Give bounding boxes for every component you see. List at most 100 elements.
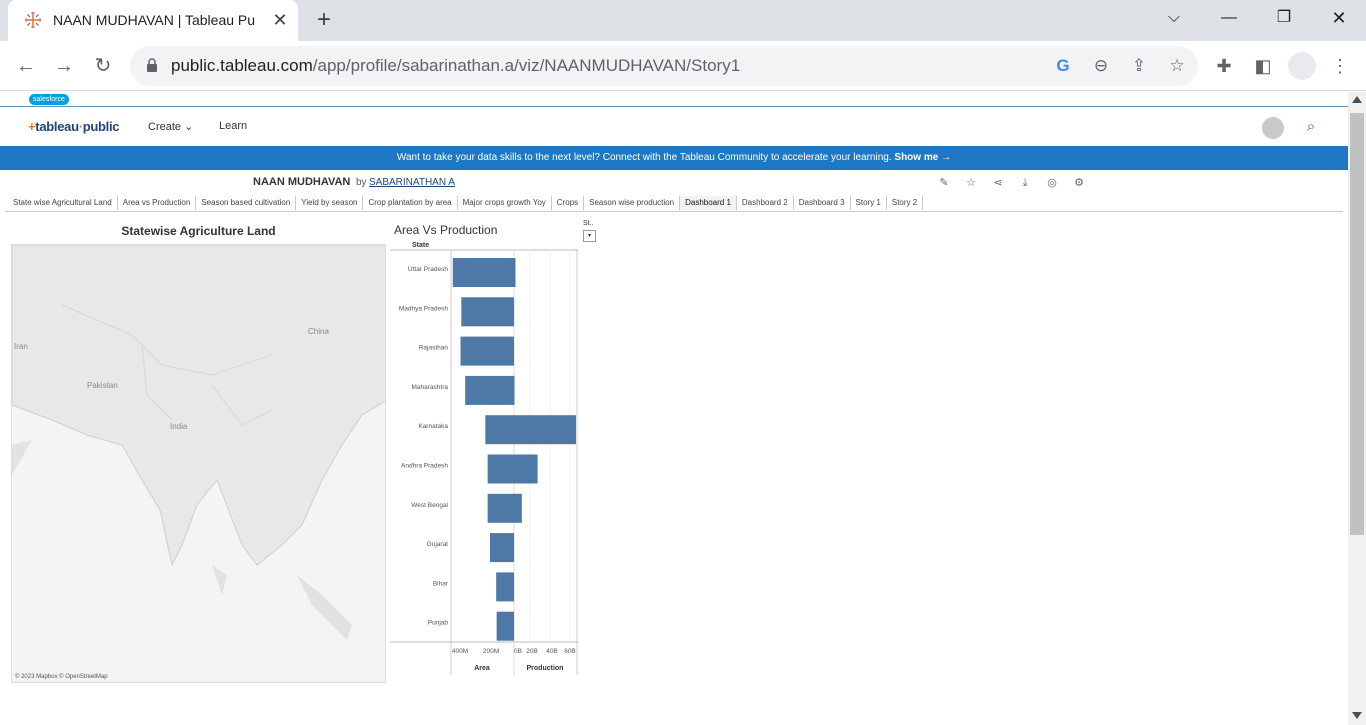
sheet-tab[interactable]: Story 1	[851, 196, 887, 210]
nav-learn[interactable]: Learn	[219, 120, 247, 132]
browser-tab[interactable]: NAAN MUDHAVAN | Tableau Pu ✕	[8, 0, 298, 41]
category-label: Punjab	[428, 620, 449, 627]
window-close-icon[interactable]: ✕	[1319, 4, 1359, 32]
sheet-tab[interactable]: Yield by season	[296, 196, 364, 210]
sheet-tab[interactable]: Story 2	[887, 196, 924, 210]
tab-close-icon[interactable]: ✕	[270, 9, 290, 31]
side-panel-icon[interactable]: ◧	[1251, 54, 1275, 78]
viz-by: by	[356, 177, 367, 188]
chart-title: Area Vs Production	[394, 223, 498, 237]
map-label-india: India	[170, 422, 188, 431]
production-tick-label: 20B	[526, 648, 538, 655]
scroll-down-icon[interactable]	[1352, 712, 1362, 719]
category-label: Karnataka	[418, 423, 448, 430]
production-tick-label: 0B	[514, 648, 522, 655]
restore-icon[interactable]: ❐	[1264, 4, 1304, 32]
sheet-tab[interactable]: Season wise production	[584, 196, 681, 210]
new-tab-icon[interactable]: +	[311, 7, 337, 33]
scroll-thumb[interactable]	[1350, 113, 1364, 535]
settings-gear-icon[interactable]: ⚙	[1072, 176, 1086, 190]
production-bar	[514, 454, 538, 484]
production-bar	[514, 258, 516, 287]
share-icon[interactable]: ⇪	[1128, 55, 1150, 77]
address-bar[interactable]: public.tableau.com/app/profile/sabarinat…	[130, 46, 1198, 86]
category-label: Maharashtra	[412, 384, 449, 391]
tab-search-chevron-icon[interactable]: ⌵	[1154, 4, 1194, 32]
category-label: Rajasthan	[419, 345, 449, 352]
menu-kebab-icon[interactable]: ⋮	[1328, 54, 1352, 78]
map-credit: © 2023 Mapbox © OpenStreetMap	[15, 674, 108, 680]
profile-avatar-icon[interactable]	[1288, 52, 1316, 80]
area-bar	[487, 493, 514, 523]
area-bar	[485, 415, 514, 445]
scroll-up-icon[interactable]	[1352, 96, 1362, 103]
logo-main: tableau	[35, 119, 79, 134]
sheet-tab[interactable]: Dashboard 2	[737, 196, 794, 210]
area-vs-production-chart[interactable]: State Uttar Pradesh Madhya Pradesh Rajastha…	[390, 240, 580, 685]
banner-text: Want to take your data skills to the nex…	[396, 152, 892, 163]
community-banner: Want to take your data skills to the nex…	[0, 146, 1348, 170]
sheet-tab[interactable]: Crops	[552, 196, 585, 210]
sheet-tab[interactable]: Major crops growth Yoy	[458, 196, 552, 210]
sheet-tab[interactable]: Crop plantation by area	[363, 196, 458, 210]
url-text[interactable]: public.tableau.com/app/profile/sabarinat…	[171, 56, 740, 76]
user-avatar-icon[interactable]	[1262, 117, 1284, 139]
production-tick-label: 40B	[546, 648, 558, 655]
favorite-star-icon[interactable]: ☆	[964, 176, 978, 190]
state-map[interactable]: Iran Pakistan India China © 2023 Mapbox …	[11, 244, 386, 683]
extensions-icon[interactable]: ✚	[1212, 54, 1236, 78]
sheet-tab[interactable]: State wise Agricultural Land	[8, 196, 118, 210]
category-label: Gujarat	[427, 541, 449, 548]
area-tick-label: 400M	[452, 648, 468, 655]
map-land-svg	[12, 245, 385, 682]
salesforce-logo[interactable]: salesforce	[29, 94, 69, 105]
browser-tab-strip: NAAN MUDHAVAN | Tableau Pu ✕ + ⌵ — ❐ ✕	[0, 0, 1366, 41]
page-content: salesforce +tableau·public Create ⌄ Lear…	[0, 92, 1348, 725]
download-icon[interactable]: ⤓	[1018, 176, 1032, 190]
sheet-tab[interactable]: Dashboard 3	[794, 196, 851, 210]
category-label: Madhya Pradesh	[399, 305, 449, 312]
google-icon[interactable]: G	[1052, 55, 1074, 77]
sheet-tab[interactable]: Area vs Production	[118, 196, 197, 210]
category-label: Bihar	[433, 580, 449, 587]
nav-create[interactable]: Create ⌄	[148, 120, 193, 133]
viz-author-link[interactable]: SABARINATHAN A	[369, 177, 455, 188]
page-scrollbar[interactable]	[1348, 92, 1366, 725]
area-bar	[465, 375, 514, 405]
bar-chart-svg: State Uttar Pradesh Madhya Pradesh Rajastha…	[390, 242, 578, 675]
banner-link[interactable]: Show me →	[894, 152, 951, 163]
sheet-tabs: State wise Agricultural Land Area vs Prod…	[8, 196, 924, 210]
viz-title: NAAN MUDHAVAN	[253, 176, 351, 188]
divider	[5, 211, 1343, 212]
row-header-state: State	[412, 242, 429, 249]
sheet-tab[interactable]: Dashboard 1	[680, 196, 737, 210]
chevron-down-icon: ⌄	[184, 121, 194, 133]
forward-icon[interactable]: →	[51, 53, 77, 79]
reload-icon[interactable]: ↻	[90, 53, 116, 79]
area-bar	[489, 533, 514, 563]
edit-icon[interactable]: ✎	[937, 176, 951, 190]
metadata-icon[interactable]: ◎	[1045, 176, 1059, 190]
tableau-public-logo[interactable]: +tableau·public	[28, 119, 120, 134]
area-bar	[460, 336, 514, 366]
share-icon[interactable]: ⋖	[991, 176, 1005, 190]
area-bar	[461, 297, 514, 327]
area-bar	[487, 454, 514, 484]
area-bar	[496, 611, 514, 641]
production-bar	[514, 493, 522, 523]
bookmark-star-icon[interactable]: ☆	[1166, 55, 1188, 77]
minimize-icon[interactable]: —	[1209, 4, 1249, 32]
production-tick-label: 60B	[564, 648, 576, 655]
sheet-tab[interactable]: Season based cultivation	[196, 196, 297, 210]
category-label: Andhra Pradesh	[401, 463, 448, 470]
tableau-public-header: +tableau·public Create ⌄ Learn ⌕	[0, 108, 1348, 146]
salesforce-bar: salesforce	[0, 92, 1348, 107]
url-path: /app/profile/sabarinathan.a/viz/NAANMUDH…	[312, 56, 741, 75]
back-icon[interactable]: ←	[13, 53, 39, 79]
production-axis-title: Production	[527, 665, 564, 672]
zoom-out-icon[interactable]: ⊖	[1090, 55, 1112, 77]
search-icon[interactable]: ⌕	[1302, 118, 1320, 136]
state-filter-label: St..	[583, 220, 594, 227]
state-filter-dropdown[interactable]: ▾	[583, 230, 596, 242]
logo-suffix: public	[82, 119, 120, 134]
